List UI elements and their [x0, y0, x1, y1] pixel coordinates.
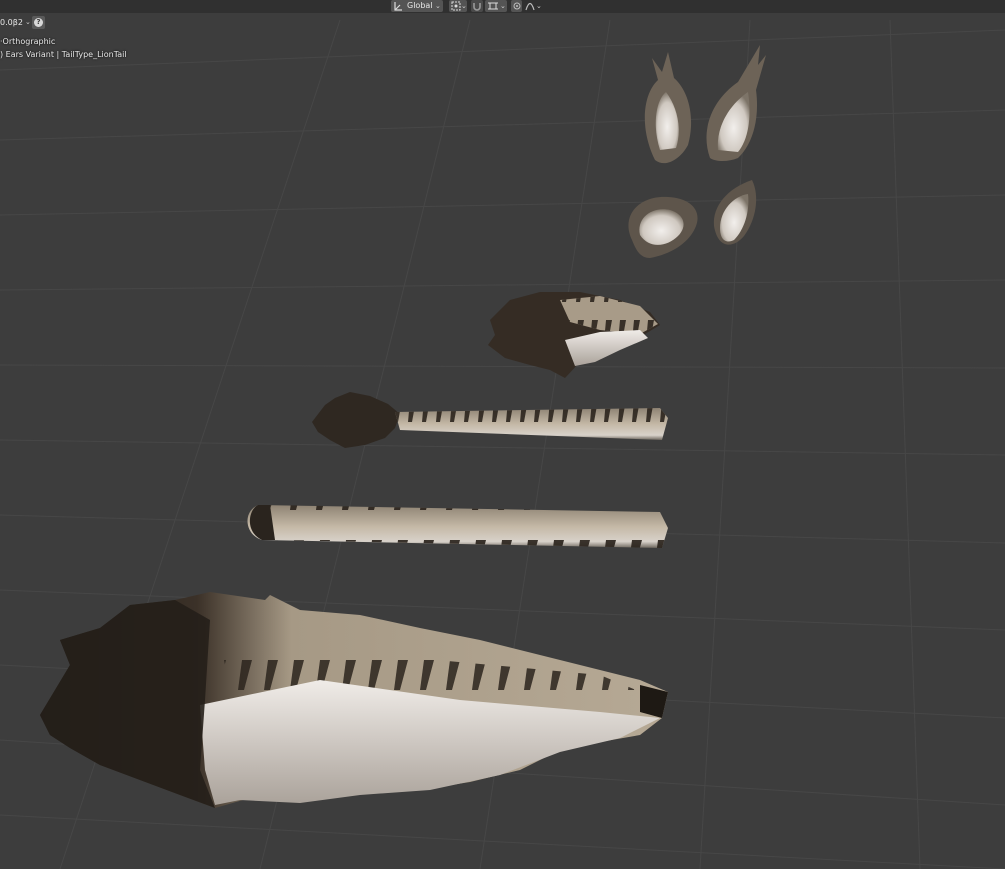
collection-info-label: ) Ears Variant | TailType_LionTail	[0, 50, 127, 59]
help-button[interactable]: ?	[32, 16, 45, 29]
orientation-label: Global	[407, 1, 433, 10]
snap-increment-value: 0.0β2	[0, 18, 23, 27]
falloff-curve-icon	[525, 2, 535, 11]
lion-tail-model[interactable]	[312, 392, 668, 448]
falloff-dropdown[interactable]: ⌄	[524, 0, 544, 12]
chevron-down-icon: ⌄	[500, 2, 506, 10]
snap-toggle[interactable]	[471, 0, 483, 12]
snap-target-icon	[488, 2, 498, 10]
view-name-label: ·Orthographic	[0, 37, 55, 46]
transform-orientation-dropdown[interactable]: Global ⌄	[391, 0, 443, 12]
view-label: Orthographic	[2, 37, 56, 46]
viewport-scene	[0, 19, 1005, 869]
pivot-point-dropdown[interactable]: ⌄	[449, 0, 467, 12]
snap-target-dropdown[interactable]: ⌄	[485, 0, 507, 12]
transform-orientation-icon	[394, 2, 402, 11]
snap-increment-field[interactable]: 0.0β2 ⌄	[0, 16, 32, 29]
chevron-down-icon: ⌄	[461, 2, 467, 10]
pivot-point-icon	[451, 1, 461, 11]
snap-icon	[473, 3, 481, 11]
fluffy-tail-tip-model[interactable]	[488, 292, 660, 378]
proportional-editing-toggle[interactable]	[511, 0, 522, 12]
chevron-down-icon: ⌄	[536, 2, 542, 10]
striped-tail-model[interactable]	[247, 505, 669, 548]
chevron-down-icon: ⌄	[435, 2, 441, 10]
3d-viewport[interactable]	[0, 0, 1005, 869]
viewport-header: Global ⌄ ⌄ ⌄ ⌄	[0, 0, 1005, 13]
chevron-down-icon: ⌄	[25, 18, 31, 26]
help-icon: ?	[34, 18, 43, 27]
proportional-editing-icon	[513, 2, 520, 10]
big-fluffy-tail-model[interactable]	[40, 592, 668, 808]
